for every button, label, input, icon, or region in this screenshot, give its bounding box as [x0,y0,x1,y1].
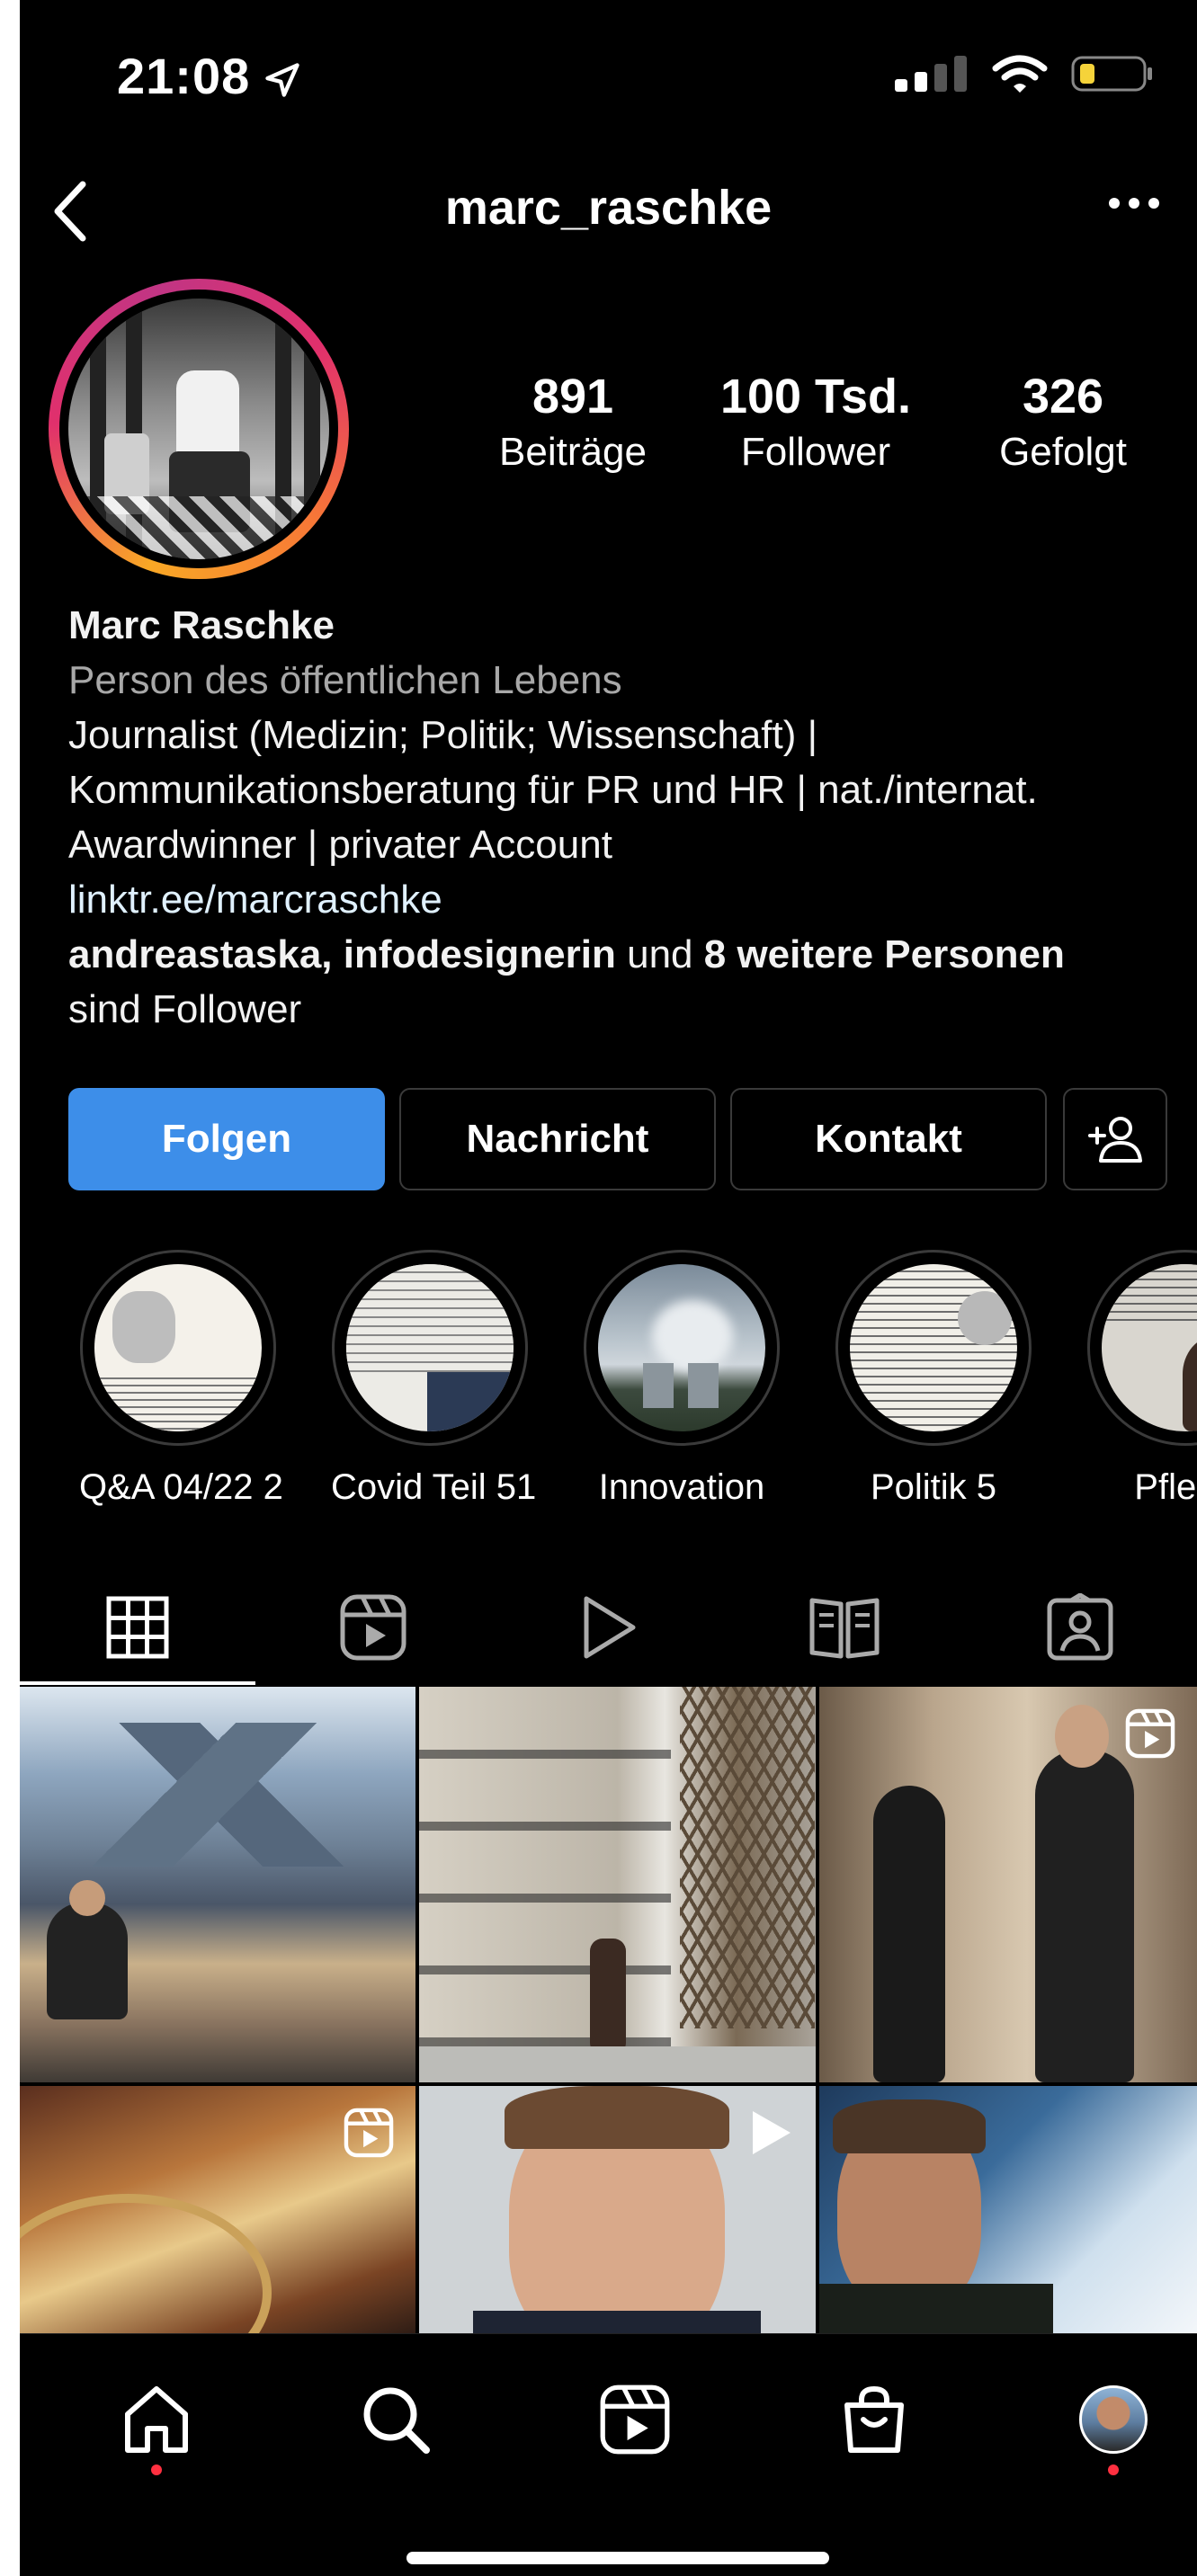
bio-link[interactable]: linktr.ee/marcraschke [68,872,1184,927]
follow-button[interactable]: Folgen [68,1088,385,1190]
avatar-gap [59,290,338,568]
grid-post[interactable] [819,1687,1197,2082]
highlight-label: Covid Teil 51 [331,1467,537,1507]
highlight-ring [1087,1250,1197,1446]
tab-guides[interactable] [727,1569,962,1686]
guide-book-icon [809,1598,880,1659]
bio-line: Awardwinner | privater Account [68,823,612,867]
highlight-label: Innovation [598,1467,765,1507]
message-button[interactable]: Nachricht [399,1088,716,1190]
search-icon [363,2387,430,2454]
highlight-ring [584,1250,780,1446]
highlight-item[interactable]: Covid Teil 51 [331,1250,537,1508]
highlight-cover [598,1264,765,1431]
contact-button[interactable]: Kontakt [730,1088,1047,1190]
play-icon [584,1596,636,1659]
grid-icon [106,1596,169,1659]
home-notification-dot [151,2465,162,2475]
grid-post[interactable] [419,2086,816,2338]
highlight-ring [332,1250,528,1446]
highlight-label: Q&A 04/22 2 [79,1467,283,1507]
cellular-signal-icon [895,56,967,92]
more-dot-icon [1129,198,1139,209]
home-indicator [406,2552,829,2564]
nav-search[interactable] [351,2375,441,2465]
nav-reels[interactable] [590,2375,680,2465]
add-person-icon [1088,1117,1142,1163]
tagged-user-icon [1047,1593,1113,1661]
followers-stat[interactable]: 100 Tsd. Follower [699,369,933,475]
followed-by-more: 8 weitere Personen [703,932,1065,976]
play-badge-icon [753,2111,791,2154]
tab-tagged[interactable] [962,1569,1197,1686]
tab-videos[interactable] [491,1569,727,1686]
followers-label: Follower [740,430,891,474]
followed-by-suffix: sind Follower [68,987,302,1031]
profile-avatar [68,299,329,559]
posts-count: 891 [532,370,614,423]
highlight-cover [346,1264,514,1431]
reels-icon [340,1594,406,1661]
grid-post[interactable] [20,1687,415,2082]
suggested-users-button[interactable] [1063,1088,1167,1190]
reels-icon [600,2384,670,2455]
highlight-label: Politik 5 [870,1467,997,1507]
highlight-cover [850,1264,1017,1431]
more-options-button[interactable] [1109,198,1159,209]
following-stat[interactable]: 326 Gefolgt [955,369,1171,475]
highlight-item[interactable]: Pflege [1086,1250,1197,1508]
home-icon [125,2386,188,2453]
profile-notification-dot [1108,2465,1119,2475]
profile-avatar-story-ring[interactable] [49,279,349,579]
posts-label: Beiträge [499,430,647,474]
following-label: Gefolgt [999,430,1127,474]
tab-posts[interactable] [20,1569,255,1686]
posts-stat[interactable]: 891 Beiträge [469,369,676,475]
grid-post[interactable] [819,2086,1197,2338]
instagram-profile-screen: 21:08 marc_raschke 891 Beiträge 100 Tsd.… [20,0,1197,2576]
status-time-text: 21:08 [117,48,251,104]
followed-by-text[interactable]: andreastaska, infodesignerin und 8 weite… [68,927,1184,982]
reel-badge-icon [1125,1708,1175,1759]
highlight-item[interactable]: Politik 5 [835,1250,1032,1508]
profile-avatar [1079,2385,1148,2454]
profile-username: marc_raschke [444,181,773,235]
followed-by-and: und [615,932,704,976]
display-name: Marc Raschke [68,603,335,647]
active-tab-indicator [20,1681,255,1685]
nav-shop[interactable] [829,2375,919,2465]
followers-count: 100 Tsd. [719,370,912,423]
followed-by-names: andreastaska, infodesignerin [68,932,616,976]
profile-tabs [20,1569,1197,1686]
highlight-ring [835,1250,1032,1446]
battery-icon [1071,56,1152,92]
bio-line: Journalist (Medizin; Politik; Wissenscha… [68,713,818,757]
highlight-cover [94,1264,262,1431]
location-arrow-icon [265,63,299,97]
highlight-ring [80,1250,276,1446]
highlight-item[interactable]: Q&A 04/22 2 [79,1250,283,1508]
status-time: 21:08 [117,47,302,105]
bottom-navigation [20,2333,1197,2576]
tab-reels[interactable] [255,1569,491,1686]
reel-badge-icon [344,2108,394,2158]
grid-post[interactable] [419,1687,816,2082]
wifi-icon [992,55,1048,93]
profile-category: Person des öffentlichen Lebens [68,658,622,702]
more-dot-icon [1148,198,1159,209]
grid-post[interactable] [20,2086,415,2338]
highlight-item[interactable]: Innovation [583,1250,781,1508]
bio-line: Kommunikationsberatung für PR und HR | n… [68,768,1038,812]
more-dot-icon [1109,198,1120,209]
highlight-cover [1102,1264,1197,1431]
nav-home[interactable] [112,2375,201,2465]
highlight-label: Pflege [1134,1467,1197,1507]
shopping-bag-icon [844,2385,904,2453]
nav-profile[interactable] [1068,2375,1158,2465]
profile-bio: Marc Raschke Person des öffentlichen Leb… [68,598,1184,1037]
status-icons [895,54,1154,94]
following-count: 326 [1022,370,1104,423]
